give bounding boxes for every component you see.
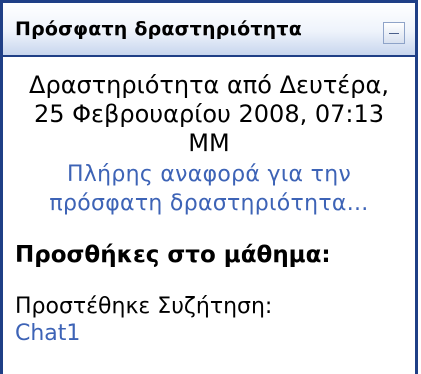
added-section: Προσθήκες στο μάθημα: Προστέθηκε Συζήτησ… — [3, 242, 415, 346]
chat1-link[interactable]: Chat1 — [15, 321, 403, 346]
minus-line — [389, 33, 399, 34]
block-title: Πρόσφατη δραστηριότητα — [15, 18, 302, 40]
activity-since-text: Δραστηριότητα από Δευτέρα, 25 Φεβρουαρίο… — [29, 71, 389, 157]
minus-box-icon[interactable] — [383, 22, 405, 44]
full-report-link[interactable]: Πλήρης αναφορά για την πρόσφατη δραστηρι… — [17, 160, 401, 218]
added-section-title: Προσθήκες στο μάθημα: — [15, 242, 331, 268]
block-header: Πρόσφατη δραστηριότητα — [3, 3, 415, 57]
block-content: Δραστηριότητα από Δευτέρα, 25 Φεβρουαρίο… — [3, 57, 415, 218]
recent-activity-block: Πρόσφατη δραστηριότητα Δραστηριότητα από… — [0, 0, 418, 374]
added-item-label: Προστέθηκε Συζήτηση: — [15, 294, 273, 319]
